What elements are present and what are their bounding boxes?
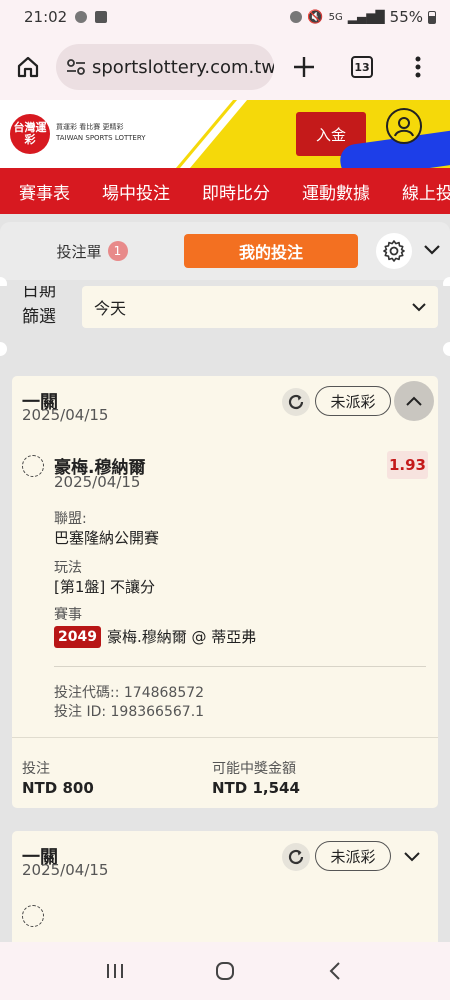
site-settings-icon[interactable] (66, 58, 86, 76)
tab-my-bets[interactable]: 我的投注 (184, 234, 358, 268)
new-tab-button[interactable] (274, 56, 334, 78)
chevron-down-icon (424, 245, 440, 255)
network-type: 5G (328, 11, 343, 23)
chevron-up-icon (406, 396, 422, 406)
nav-item-live-scores[interactable]: 即時比分 (183, 179, 283, 204)
bet-code: 投注代碼:: 174868572 (54, 685, 205, 701)
plus-icon (294, 57, 314, 77)
stake-label: 投注 (22, 761, 50, 777)
chevron-down-icon (404, 852, 420, 862)
bet-date: 2025/04/15 (22, 861, 109, 879)
betslip-count-badge: 1 (107, 241, 128, 261)
selection-status-icon (22, 455, 44, 477)
ticket-notch (443, 342, 450, 356)
recents-icon (107, 964, 123, 978)
divider (54, 666, 426, 667)
site-logo[interactable]: 台灣運彩 (10, 114, 50, 154)
collapse-button[interactable] (394, 381, 434, 421)
system-navigation-bar (0, 942, 450, 1000)
expand-button[interactable] (398, 843, 426, 871)
divider (12, 737, 438, 738)
gear-icon (383, 240, 405, 262)
bet-id: 投注 ID: 198366567.1 (54, 704, 205, 720)
date-filter-value: 今天 (94, 299, 127, 318)
bet-card: 一關 2025/04/15 未派彩 (12, 831, 438, 951)
user-icon (394, 117, 414, 137)
logo-tagline-zh: 買運彩 看比賽 更精彩 (56, 123, 124, 131)
payout-label: 可能中獎金額 (212, 761, 296, 777)
refresh-icon (288, 394, 304, 410)
panel-collapse-button[interactable] (420, 238, 444, 262)
back-icon (329, 962, 340, 980)
bet-card: 一關 2025/04/15 未派彩 豪梅.穆納爾 2025/04/15 1.93… (12, 376, 438, 808)
battery-percent: 55% (389, 8, 423, 26)
home-circle-icon (216, 962, 234, 980)
recent-apps-button[interactable] (95, 963, 135, 979)
status-badge: 未派彩 (315, 841, 391, 871)
home-icon (17, 56, 39, 78)
refresh-button[interactable] (282, 843, 310, 871)
event-number-badge: 2049 (54, 626, 101, 648)
betslip-label: 投注單 (56, 242, 102, 261)
home-nav-button[interactable] (205, 961, 245, 981)
date-filter: 日期篩選 今天 (0, 286, 450, 348)
league-label: 聯盟: (54, 511, 87, 527)
bet-date: 2025/04/15 (22, 406, 109, 424)
league-value: 巴塞隆納公開賽 (54, 529, 160, 547)
nav-item-live-betting[interactable]: 場中投注 (83, 179, 183, 204)
battery-icon (428, 10, 436, 24)
selection-date: 2025/04/15 (54, 473, 141, 491)
address-bar[interactable]: sportslottery.com.tw (56, 44, 274, 90)
stake-value: NTD 800 (22, 779, 94, 797)
back-button[interactable] (315, 962, 355, 980)
tab-count: 13 (351, 56, 373, 78)
browser-menu-button[interactable] (390, 56, 446, 78)
market-value: [第1盤] 不讓分 (54, 578, 156, 596)
payout-value: NTD 1,544 (212, 779, 300, 797)
home-button[interactable] (0, 55, 56, 79)
more-vert-icon (415, 56, 421, 78)
alarm-icon (290, 11, 303, 23)
chevron-down-icon (412, 302, 426, 311)
settings-button[interactable] (376, 233, 412, 269)
logo-tagline: 買運彩 看比賽 更精彩 TAIWAN SPORTS LOTTERY (56, 122, 146, 144)
odds-badge: 1.93 (387, 451, 428, 479)
nav-item-online-betting[interactable]: 線上投 (383, 179, 450, 204)
browser-toolbar: sportslottery.com.tw 13 (0, 34, 450, 100)
status-bar: 21:02 🔇 5G ▂▄▆█ 55% (0, 0, 450, 34)
event-matchup: 豪梅.穆納爾 @ 蒂亞弗 (107, 628, 257, 646)
tab-betslip[interactable]: 投注單 1 (0, 241, 184, 262)
refresh-icon (288, 849, 304, 865)
nav-item-sports-data[interactable]: 運動數據 (283, 179, 383, 204)
selection-status-icon (22, 905, 44, 927)
logo-tagline-en: TAIWAN SPORTS LOTTERY (56, 134, 146, 142)
date-filter-select[interactable]: 今天 (82, 286, 438, 328)
event-label: 賽事 (54, 607, 82, 623)
clock: 21:02 (24, 8, 68, 26)
tab-switcher-button[interactable]: 13 (334, 56, 390, 78)
nav-item-schedule[interactable]: 賽事表 (0, 179, 83, 204)
account-icon (75, 11, 88, 23)
signal-icon: ▂▄▆█ (347, 10, 385, 24)
bet-panel-header: 投注單 1 我的投注 (0, 222, 450, 280)
checkbox-icon (95, 11, 108, 23)
mute-icon: 🔇 (307, 9, 324, 25)
account-button[interactable] (386, 108, 422, 144)
refresh-button[interactable] (282, 388, 310, 416)
status-badge: 未派彩 (315, 386, 391, 416)
date-filter-label: 日期篩選 (22, 286, 56, 327)
market-label: 玩法 (54, 560, 82, 576)
url-text: sportslottery.com.tw (92, 56, 274, 78)
site-header: 台灣運彩 買運彩 看比賽 更精彩 TAIWAN SPORTS LOTTERY 入… (0, 100, 450, 168)
main-nav: 賽事表 場中投注 即時比分 運動數據 線上投 (0, 168, 450, 214)
